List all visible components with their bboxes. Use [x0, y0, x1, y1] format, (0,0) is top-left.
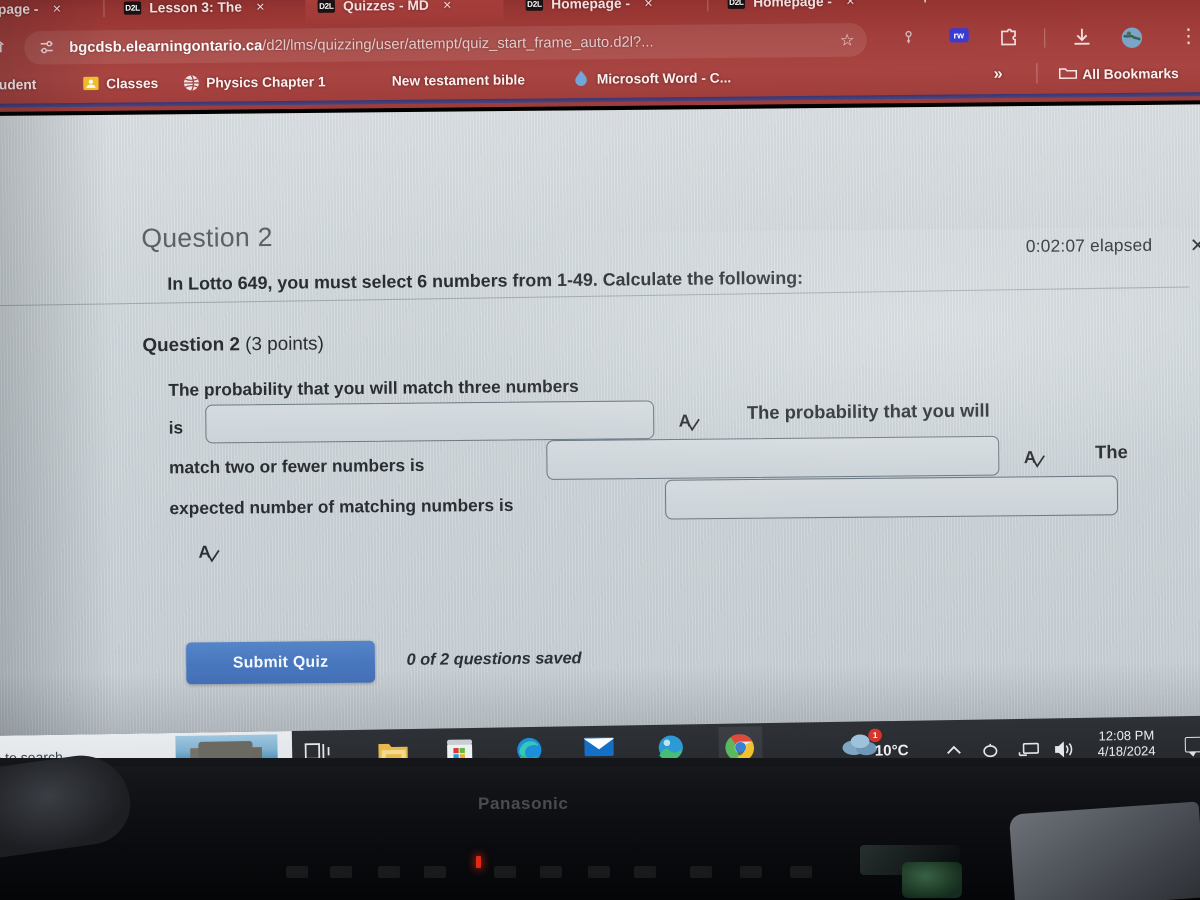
clock-time: 12:08 PM [1098, 728, 1155, 744]
url-path: /d2l/lms/quizzing/user/attempt/quiz_star… [262, 33, 654, 54]
bookmark-microsoft-word[interactable]: Microsoft Word - C... [573, 66, 731, 90]
device-key [330, 866, 352, 878]
d2l-favicon-icon: D2L [525, 0, 544, 11]
all-bookmarks-label: All Bookmarks [1082, 65, 1179, 82]
d2l-favicon-icon: D2L [123, 0, 142, 15]
read-write-extension-icon[interactable]: rw [949, 28, 969, 43]
d2l-favicon-icon: D2L [317, 0, 336, 13]
question-subheading: Question 2 (3 points) [142, 332, 324, 356]
tab-title: Homepage - [551, 0, 631, 12]
tab-separator [103, 0, 105, 18]
prompt-fragment-2: The [1095, 441, 1128, 463]
device-key [588, 866, 610, 878]
bookmarks-overflow-button[interactable]: » [993, 63, 1002, 86]
bookmark-label: Physics Chapter 1 [206, 73, 326, 90]
questions-saved-status: 0 of 2 questions saved [406, 649, 582, 669]
bookmark-star-icon[interactable]: ☆ [840, 30, 855, 51]
tab-title: Homepage - [753, 0, 833, 10]
bookmark-physics-chapter-1[interactable]: Physics Chapter 1 [183, 70, 326, 94]
bookmark-label: Classes [106, 75, 159, 91]
browser-tab-2[interactable]: D2L Lesson 3: The × [111, 0, 295, 25]
bookmark-label: NC Student [0, 76, 37, 93]
url-domain: bgcdsb.elearningontario.ca [69, 37, 263, 56]
quiz-content: Question 2 In Lotto 649, you must select… [0, 104, 1200, 769]
tab-close-icon[interactable]: × [846, 0, 855, 9]
taskbar-clock[interactable]: 12:08 PM 4/18/2024 [1089, 728, 1164, 760]
browser-tab-5[interactable]: D2L Homepage - × [715, 0, 903, 19]
foreground-object-right [1008, 801, 1200, 900]
device-key [690, 866, 712, 878]
d2l-favicon-icon: D2L [727, 0, 746, 9]
label-match-two-or-fewer: match two or fewer numbers is [168, 455, 425, 478]
browser-tab-3-active[interactable]: D2L Quizzes - MD × [305, 0, 504, 24]
submit-quiz-button[interactable]: Submit Quiz [186, 640, 376, 685]
address-bar-url: bgcdsb.elearningontario.ca/d2l/lms/quizz… [69, 34, 654, 56]
bookmark-label: Microsoft Word - C... [596, 69, 732, 87]
tab-close-icon[interactable]: × [644, 0, 653, 11]
bookmark-new-testament-bible[interactable]: New testament bible [392, 68, 525, 92]
prompt-fragment-1: The probability that you will [746, 400, 990, 423]
spellcheck-icon-2[interactable]: A [1024, 448, 1051, 473]
toolbar-separator [1044, 28, 1046, 48]
site-settings-tune-icon[interactable] [36, 36, 59, 59]
tab-title: Quizzes - MD [343, 0, 429, 14]
all-bookmarks-button[interactable]: All Bookmarks [1058, 62, 1179, 86]
device-key [790, 866, 812, 878]
screenshot-root: D2L Homepage - × D2L Lesson 3: The × D2L… [0, 0, 1200, 900]
notification-bubble-icon[interactable] [1184, 736, 1200, 753]
profile-avatar-icon[interactable] [1120, 25, 1145, 55]
device-key [378, 866, 400, 878]
extension-key-icon[interactable] [899, 28, 918, 54]
new-tab-button[interactable]: + [919, 0, 931, 10]
device-key [494, 866, 516, 878]
google-chrome-icon[interactable] [724, 732, 757, 762]
foreground-object-green [902, 862, 962, 898]
answer-input-2[interactable] [546, 435, 1000, 480]
question-intro-text: In Lotto 649, you must select 6 numbers … [167, 267, 804, 294]
browser-tab-4[interactable]: D2L Homepage - × [513, 0, 701, 21]
classroom-icon [83, 75, 99, 91]
prompt-line-1: The probability that you will match thre… [168, 376, 579, 400]
bookmark-label: New testament bible [391, 71, 526, 89]
tab-close-icon[interactable]: × [53, 0, 62, 16]
tab-close-icon[interactable]: × [443, 0, 452, 13]
device-key [740, 866, 762, 878]
spellcheck-icon-3[interactable]: A [198, 542, 225, 567]
globe-icon [183, 74, 199, 91]
chrome-menu-icon[interactable]: ⋮ [1179, 25, 1199, 49]
device-key [424, 866, 446, 878]
device-key [540, 866, 562, 878]
folder-icon [1058, 66, 1078, 82]
answer-input-1[interactable] [205, 400, 655, 444]
label-is: is [168, 418, 184, 438]
spellcheck-icon-1[interactable]: A [679, 411, 706, 436]
downloads-icon[interactable] [1071, 26, 1094, 54]
tab-close-icon[interactable]: × [256, 0, 265, 15]
device-key [286, 866, 308, 878]
home-icon[interactable] [0, 35, 6, 61]
bookmark-nc-student[interactable]: NC Student [0, 73, 36, 96]
device-key [634, 866, 656, 878]
bookmark-classes[interactable]: Classes [83, 72, 159, 95]
address-bar[interactable]: bgcdsb.elearningontario.ca/d2l/lms/quizz… [24, 22, 867, 65]
tab-separator [707, 0, 709, 12]
tab-title: Homepage - [0, 0, 39, 17]
browser-chrome: D2L Homepage - × D2L Lesson 3: The × D2L… [0, 0, 1200, 113]
browser-tab-1[interactable]: D2L Homepage - × [0, 0, 85, 27]
question-points-label: (3 points) [239, 332, 324, 355]
panasonic-brand-label: Panasonic [478, 794, 569, 813]
flame-icon [573, 70, 589, 86]
label-expected-number: expected number of matching numbers is [169, 495, 514, 519]
page-viewport: iz 0:02:07 elapsed × tion Question 2 In … [0, 104, 1200, 777]
tab-title: Lesson 3: The [149, 0, 243, 16]
answer-input-3[interactable] [664, 475, 1119, 520]
device-power-led [476, 856, 481, 868]
question-number-label: Question 2 [142, 332, 241, 356]
bookmarks-separator [1036, 63, 1038, 84]
extensions-puzzle-icon[interactable] [997, 27, 1020, 55]
laptop-screen: D2L Homepage - × D2L Lesson 3: The × D2L… [0, 0, 1200, 777]
question-heading: Question 2 [141, 221, 273, 254]
